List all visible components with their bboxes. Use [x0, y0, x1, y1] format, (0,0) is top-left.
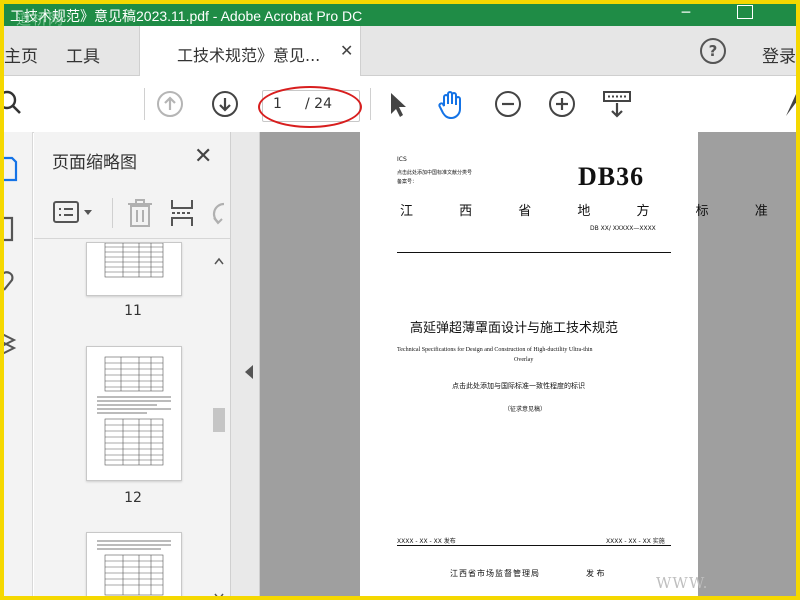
more-tools-icon[interactable] — [784, 90, 796, 122]
tab-bar: 主页 工具 工技术规范》意见... ✕ ? 登录 — [4, 26, 796, 76]
page-thumbnail[interactable] — [86, 242, 182, 296]
filing-number-label: 备案号： — [397, 179, 418, 185]
watermark-text: WWW. — [656, 574, 709, 592]
tab-tools[interactable]: 工具 — [66, 42, 100, 67]
document-view[interactable]: ICS 点击此处添加中国标准文献分类号 备案号： DB36 江 西 省 地 方 … — [260, 132, 796, 596]
bookmarks-icon[interactable] — [4, 216, 16, 246]
zoom-in-icon[interactable] — [548, 90, 576, 122]
help-icon[interactable]: ? — [700, 38, 726, 64]
panel-close-icon[interactable]: ✕ — [194, 144, 212, 169]
page-thumbnails-icon[interactable] — [4, 156, 18, 186]
page-display-icon[interactable] — [602, 90, 632, 124]
document-title: 高延弹超薄罩面设计与施工技术规范 — [410, 321, 619, 336]
rotate-page-icon[interactable] — [210, 200, 228, 230]
options-menu-icon[interactable] — [52, 200, 98, 230]
next-page-icon[interactable] — [211, 90, 239, 122]
scroll-down-icon[interactable] — [214, 586, 224, 596]
classification-note: 点击此处添加中国标准文献分类号 — [397, 170, 473, 176]
tab-close-icon[interactable]: ✕ — [340, 41, 353, 60]
thumbnails-toolbar — [34, 188, 230, 239]
panel-collapse-strip[interactable] — [231, 132, 260, 596]
current-page-input[interactable]: 1 — [273, 96, 282, 112]
page-number-box[interactable]: 1 / 24 — [262, 90, 360, 122]
scroll-up-icon[interactable] — [214, 250, 224, 269]
thumbnail-page-number: 12 — [124, 490, 142, 506]
standard-number: DB XX/ XXXXX—XXXX — [590, 225, 656, 232]
publish-date: XXXX - XX - XX 发布 — [397, 538, 456, 545]
acrobat-window: 工技术规范》意见稿2023.11.pdf - Adobe Acrobat Pro… — [4, 4, 796, 596]
standard-code: DB36 — [578, 162, 645, 191]
toolbar: 1 / 24 — [4, 76, 796, 133]
issuer-band: 江 西 省 地 方 标 准 — [400, 204, 789, 219]
attachments-icon[interactable] — [4, 268, 18, 298]
publish-word: 发 布 — [586, 569, 605, 578]
page-thumbnail[interactable] — [86, 532, 182, 596]
insert-page-icon[interactable] — [170, 198, 196, 232]
toolbar-divider — [370, 88, 371, 120]
tab-document-label: 工技术规范》意见... — [177, 46, 321, 65]
draft-status: （征求意见稿） — [504, 406, 547, 413]
english-title-line-1: Technical Specifications for Design and … — [397, 347, 593, 353]
total-pages: / 24 — [305, 96, 332, 112]
search-icon[interactable] — [4, 90, 24, 120]
title-bar: 工技术规范》意见稿2023.11.pdf - Adobe Acrobat Pro… — [4, 4, 796, 28]
navigation-rail — [4, 132, 33, 596]
minimize-button[interactable]: ─ — [676, 5, 696, 23]
implement-date: XXXX - XX - XX 实施 — [606, 538, 665, 545]
pdf-page: ICS 点击此处添加中国标准文献分类号 备案号： DB36 江 西 省 地 方 … — [360, 132, 789, 596]
tab-home[interactable]: 主页 — [4, 42, 38, 67]
issuing-authority: 江西省市场监督管理局 — [450, 569, 540, 578]
thumbnail-scrollbar[interactable] — [210, 246, 228, 596]
tab-document[interactable]: 工技术规范》意见... ✕ — [139, 26, 361, 76]
scrollbar-thumb[interactable] — [213, 408, 225, 432]
sign-in-button[interactable]: 登录 — [762, 42, 796, 67]
header-rule — [397, 252, 671, 253]
zoom-out-icon[interactable] — [494, 90, 522, 122]
delete-page-icon[interactable] — [126, 198, 154, 232]
toolbar-divider — [112, 198, 113, 228]
page-thumbnail[interactable] — [86, 346, 182, 481]
collapse-arrow-icon[interactable] — [245, 364, 253, 383]
select-arrow-icon[interactable] — [386, 90, 410, 122]
panel-title: 页面缩略图 — [52, 153, 137, 173]
previous-page-icon[interactable] — [156, 90, 184, 122]
consistency-note: 点击此处添加与国际标准一致性程度的标识 — [452, 382, 585, 390]
footer-rule — [397, 545, 671, 546]
thumbnail-page-number: 11 — [124, 303, 142, 319]
hand-tool-icon[interactable] — [436, 90, 466, 124]
maximize-button[interactable] — [737, 5, 753, 19]
page-thumbnails-panel: 页面缩略图 ✕ 11 12 — [34, 132, 231, 596]
layers-icon[interactable] — [4, 330, 18, 364]
toolbar-divider — [144, 88, 145, 120]
ics-label: ICS — [397, 156, 407, 163]
english-title-line-2: Overlay — [514, 357, 534, 363]
